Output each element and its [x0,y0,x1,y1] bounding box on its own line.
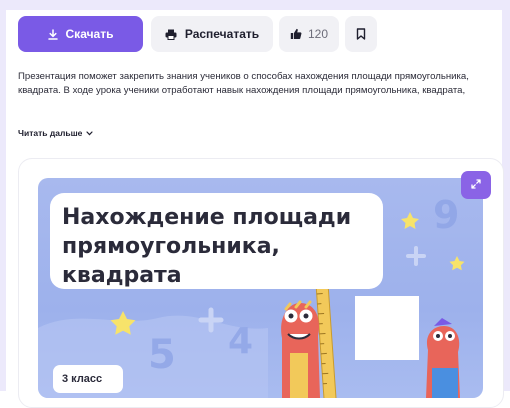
presentation-description: Презентация поможет закрепить знания уче… [18,70,504,98]
slide-white-square [355,296,419,360]
download-icon [47,28,58,40]
description-line-1: Презентация поможет закрепить знания уче… [18,71,469,82]
print-button[interactable]: Распечатать [151,16,273,52]
bookmark-button[interactable] [345,16,377,52]
read-more-label: Читать дальше [18,128,83,138]
grade-badge: 3 класс [53,365,123,393]
like-count: 120 [307,27,329,41]
bookmark-icon [356,28,366,40]
svg-text:5: 5 [148,332,176,378]
expand-icon [471,176,481,194]
read-more-link[interactable]: Читать дальше [18,128,94,138]
download-label: Скачать [65,27,114,41]
slide-preview[interactable]: 9 5 4 Нахождение площади прямоугольника,… [38,178,483,398]
slide-title: Нахождение площади прямоугольника, квадр… [62,203,382,290]
svg-text:9: 9 [433,193,459,237]
slide-title-card: Нахождение площади прямоугольника, квадр… [50,193,383,289]
slide-title-line-2: прямоугольника, [62,234,280,259]
description-line-2: квадрата. В ходе урока ученики отработаю… [18,85,466,96]
fullscreen-button[interactable] [461,171,491,199]
printer-icon [165,29,177,40]
download-button[interactable]: Скачать [18,16,143,52]
page-left-edge [0,0,6,391]
chevron-down-icon [86,128,94,138]
svg-text:4: 4 [228,321,253,362]
thumbs-up-icon [290,28,302,40]
print-label: Распечатать [184,27,260,41]
slide-title-line-1: Нахождение площади [62,205,352,230]
page-top-edge [0,0,510,10]
slide-title-line-3: квадрата [62,263,182,288]
action-toolbar: Скачать Распечатать 120 [18,16,377,52]
like-button[interactable]: 120 [279,16,339,52]
